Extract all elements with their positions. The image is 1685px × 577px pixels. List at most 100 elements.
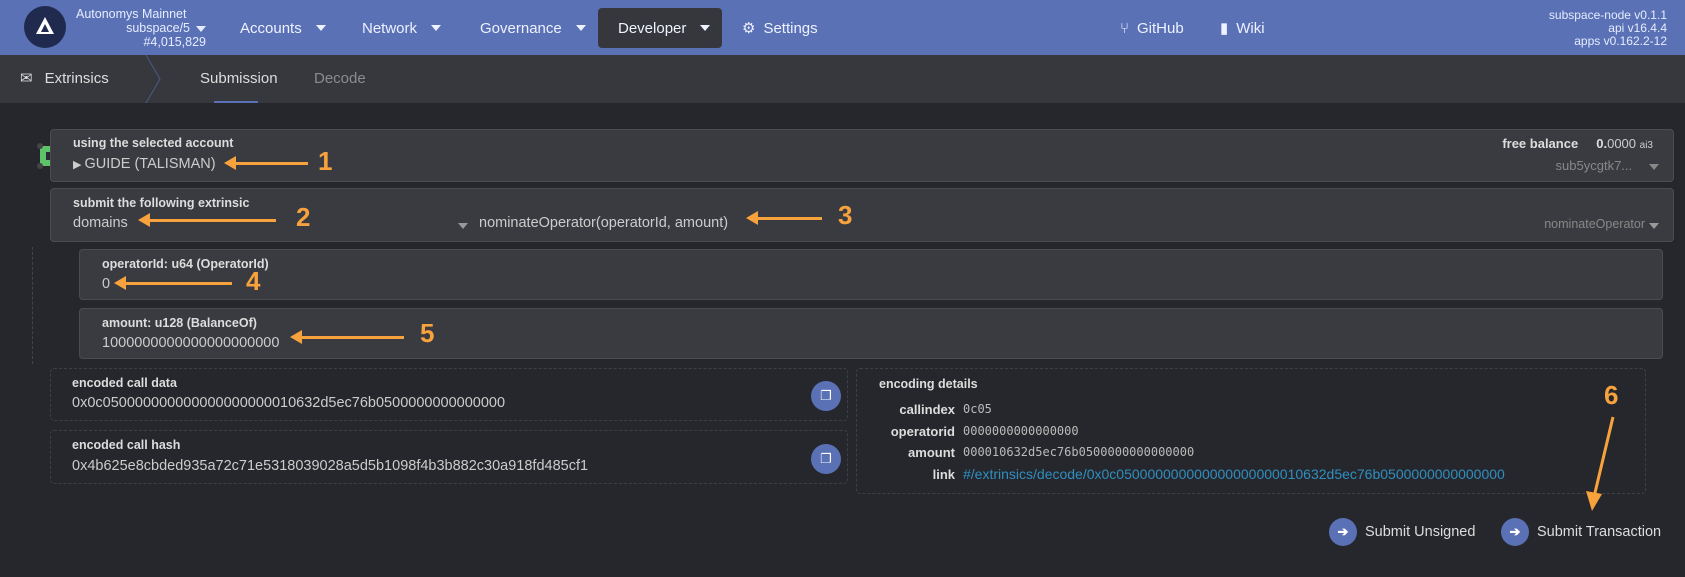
annotation-number: 3 (838, 200, 853, 230)
nav-label: Accounts (240, 19, 302, 37)
annotation-arrow (224, 156, 308, 170)
account-name-row: ▶ GUIDE (TALISMAN) (73, 156, 216, 172)
call-hash-label: encoded call hash (72, 438, 181, 452)
balance-label: free balance (1502, 136, 1579, 151)
chevron-down-icon (315, 25, 326, 31)
link-label: Wiki (1236, 19, 1265, 37)
chevron-down-icon (700, 25, 711, 31)
detail-key: callindex (899, 402, 955, 417)
balance-int: 0. (1596, 136, 1608, 151)
param-value[interactable]: 1000000000000000000000 (102, 335, 279, 351)
chain-logo[interactable] (24, 6, 66, 48)
detail-key: operatorid (890, 423, 955, 439)
chevron-down-icon (1649, 223, 1659, 229)
chevron-down-icon (196, 26, 206, 32)
param-operatorid[interactable]: operatorId: u64 (OperatorId) 0 (79, 249, 1663, 300)
wiki-link[interactable]: ▮ Wiki (1200, 8, 1285, 48)
call-data-label: encoded call data (72, 376, 177, 390)
params-border (32, 247, 33, 364)
nav-accounts[interactable]: Accounts (220, 8, 346, 48)
nav-settings[interactable]: ⚙ Settings (722, 8, 838, 48)
method-dropdown[interactable]: nominateOperator(operatorId, amount) nomi… (479, 215, 1659, 231)
details-title: encoding details (879, 377, 978, 391)
section-dropdown[interactable]: domains (73, 215, 468, 231)
details-table: callindex 0c05 operatorid 0000000000000000… (865, 399, 1505, 485)
chevron-down-icon (1649, 164, 1659, 170)
submit-transaction-button[interactable]: ➔ Submit Transaction (1501, 518, 1661, 546)
nav-governance[interactable]: Governance (460, 8, 606, 48)
nav-label: Settings (763, 19, 818, 37)
annotation-number: 4 (246, 266, 261, 296)
button-label: Submit Unsigned (1365, 524, 1476, 540)
account-selector[interactable]: using the selected account ▶ GUIDE (TALI… (50, 129, 1674, 182)
annotation-arrow (1586, 416, 1615, 511)
encoded-call-data: encoded call data 0x0c050000000000000000… (50, 368, 848, 421)
param-label: operatorId: u64 (OperatorId) (102, 257, 269, 271)
param-amount[interactable]: amount: u128 (BalanceOf) 100000000000000… (79, 308, 1663, 359)
encoding-details: encoding details callindex 0c05 operatori… (856, 368, 1646, 494)
active-tab-indicator (214, 101, 258, 103)
extrinsic-selector: submit the following extrinsic domains n… (50, 188, 1674, 242)
button-label: Submit Transaction (1537, 524, 1662, 540)
address-text: sub5ycgtk7... (1555, 158, 1633, 173)
param-label: amount: u128 (BalanceOf) (102, 316, 257, 330)
call-data-value: 0x0c050000000000000000000010632d5ec76b05… (72, 395, 506, 411)
decode-link[interactable]: #/extrinsics/decode/0x0c0500000000000000… (963, 464, 1505, 486)
encoded-call-hash: encoded call hash 0x4b625e8cbded935a72c7… (50, 430, 848, 484)
annotation-arrow (138, 213, 276, 227)
nav-network[interactable]: Network (342, 8, 461, 48)
detail-key: link (932, 466, 955, 482)
code-branch-icon: ⑂ (1120, 19, 1130, 37)
annotation-arrow (290, 330, 404, 344)
apps-version: apps v0.162.2-12 (1574, 34, 1667, 48)
copy-icon[interactable]: ❐ (811, 444, 841, 474)
detail-value: 0000000000000000 (963, 423, 1079, 438)
detail-value: 000010632d5ec76b0500000000000000 (963, 445, 1195, 459)
balance-unit: ai3 (1639, 140, 1653, 151)
sign-in-icon: ➔ (1501, 518, 1529, 546)
envelope-icon: ✉ (20, 70, 33, 87)
annotation-number: 5 (420, 318, 435, 348)
detail-key: amount (908, 445, 955, 460)
chain-spec: subspace/5 (126, 21, 190, 35)
annotation-number: 6 (1604, 380, 1619, 410)
method-short: nominateOperator (1544, 217, 1645, 231)
block-number: #4,015,829 (143, 35, 206, 49)
gears-icon: ⚙ (742, 20, 756, 37)
chain-name: Autonomys Mainnet (76, 7, 187, 21)
breadcrumb-separator (145, 55, 161, 103)
free-balance: free balance 0.0000 ai3 (1502, 136, 1653, 151)
annotation-arrow (746, 211, 822, 225)
section-value: domains (73, 215, 128, 231)
sign-in-icon: ➔ (1329, 518, 1357, 546)
tab-submission[interactable]: Submission (200, 55, 278, 103)
section-extrinsics: ✉ Extrinsics (20, 55, 109, 103)
tab-decode[interactable]: Decode (314, 55, 366, 103)
version-info: subspace-node v0.1.1 api v16.4.4 apps v0… (1549, 9, 1667, 48)
annotation-number: 2 (296, 202, 311, 232)
chevron-down-icon (575, 25, 586, 31)
account-label: using the selected account (73, 136, 234, 150)
account-address: sub5ycgtk7... (1556, 158, 1659, 173)
balance-decimal: 0000 (1607, 136, 1637, 151)
chain-selector[interactable]: Autonomys Mainnet subspace/5 #4,015,829 (76, 7, 206, 49)
submit-unsigned-button[interactable]: ➔ Submit Unsigned (1329, 518, 1475, 546)
method-value: nominateOperator(operatorId, amount) (479, 215, 729, 231)
param-value[interactable]: 0 (102, 276, 110, 292)
section-label: Extrinsics (44, 70, 109, 87)
chevron-down-icon (458, 223, 468, 229)
detail-value: 0c05 (963, 402, 992, 416)
nav-label: Developer (618, 19, 687, 37)
nav-label: Governance (480, 19, 562, 37)
extrinsic-label: submit the following extrinsic (73, 196, 250, 210)
link-label: GitHub (1137, 19, 1184, 37)
copy-icon[interactable]: ❐ (811, 381, 841, 411)
account-name: GUIDE (TALISMAN) (84, 156, 216, 172)
call-hash-value: 0x4b625e8cbded935a72c71e5318039028a5d5b1… (72, 458, 589, 474)
annotation-number: 1 (318, 146, 333, 176)
annotation-arrow (114, 276, 232, 290)
nav-developer[interactable]: Developer (598, 8, 722, 48)
github-link[interactable]: ⑂ GitHub (1100, 8, 1204, 48)
nav-label: Network (362, 19, 418, 37)
book-icon: ▮ (1220, 20, 1229, 37)
